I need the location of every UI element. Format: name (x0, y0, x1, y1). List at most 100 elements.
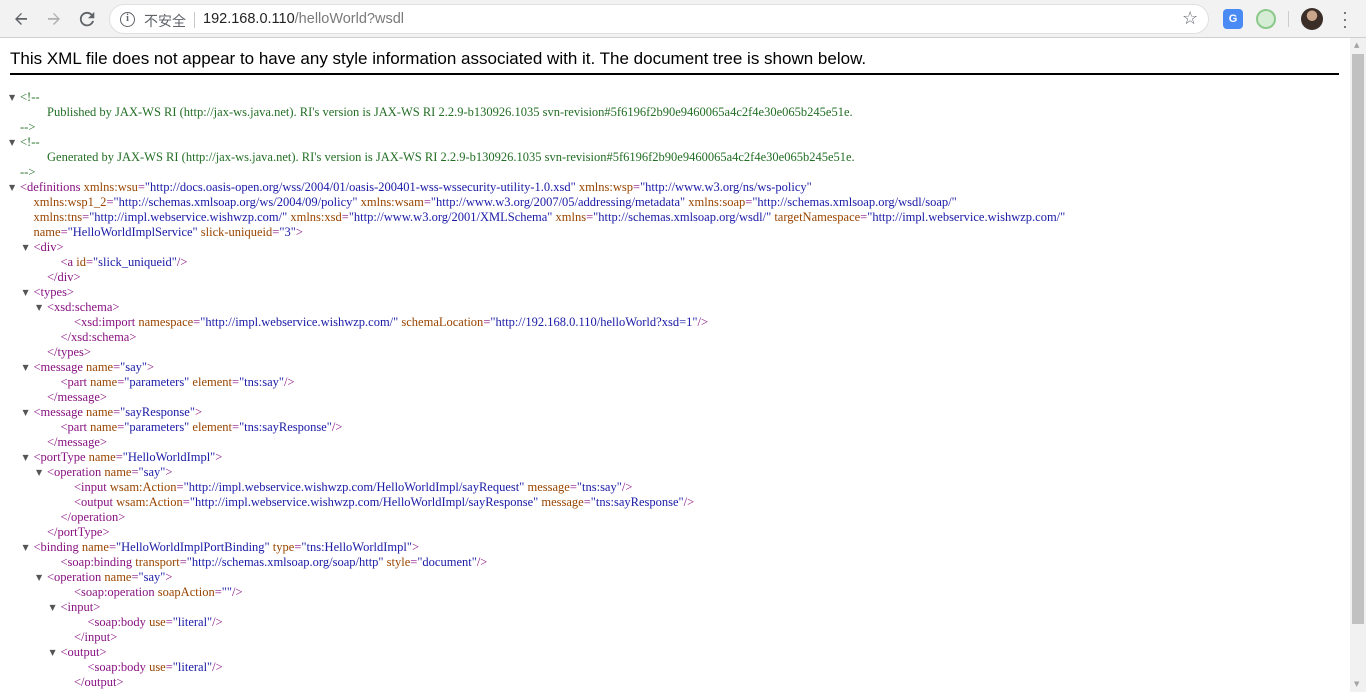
xml-token: = (85, 255, 94, 269)
xml-token: </input> (74, 630, 118, 644)
xml-token: = (214, 585, 222, 599)
xml-token: <message (33, 405, 83, 419)
xml-token: /> (331, 420, 343, 434)
xml-line: <output> (61, 645, 107, 660)
xml-token: xmlns:wsp1_2 (33, 195, 107, 209)
xml-token: = (108, 540, 117, 554)
tree-collapse-toggle[interactable]: ▼ (9, 90, 18, 105)
xml-token: <part (60, 420, 87, 434)
tree-collapse-toggle[interactable]: ▼ (9, 135, 18, 150)
xml-line: <soap:body use="literal"/> (88, 615, 223, 630)
xml-line: <definitions xmlns:wsu="http://docs.oasi… (20, 180, 812, 195)
xml-token: <portType (33, 450, 86, 464)
xml-token: </types> (47, 345, 91, 359)
xml-token: "" (221, 585, 232, 599)
tree-collapse-toggle[interactable]: ▼ (23, 405, 32, 420)
xml-token: --> (20, 120, 36, 134)
xml-line: </output> (74, 675, 124, 690)
tree-collapse-toggle[interactable]: ▼ (23, 360, 32, 375)
xml-token: name (101, 570, 132, 584)
scrollbar-thumb[interactable] (1352, 54, 1364, 624)
xml-line: </input> (74, 630, 117, 645)
xml-token: element (189, 420, 232, 434)
xml-token: /> (476, 555, 488, 569)
xml-token: "http://impl.webservice.wishwzp.com/Hell… (183, 480, 525, 494)
xml-token: wsam:Action (113, 495, 183, 509)
xml-token: <operation (47, 570, 102, 584)
tree-collapse-toggle[interactable]: ▼ (36, 465, 45, 480)
translate-extension-icon[interactable]: G (1223, 9, 1243, 29)
xml-token: "parameters" (124, 420, 190, 434)
url-path: /helloWorld?wsdl (294, 11, 404, 27)
address-bar[interactable]: i 不安全 192.168.0.110/helloWorld?wsdl ☆ (109, 4, 1209, 34)
xml-token: "http://schemas.xmlsoap.org/ws/2004/09/p… (113, 195, 358, 209)
xml-line: <binding name="HelloWorldImplPortBinding… (34, 540, 420, 555)
xml-token: /> (176, 255, 188, 269)
xml-token: name (82, 405, 114, 419)
xml-token: /> (212, 660, 223, 674)
profile-avatar[interactable] (1301, 8, 1323, 30)
reload-icon[interactable] (75, 7, 99, 31)
xml-token: message (538, 495, 584, 509)
xml-line: </message> (47, 435, 107, 450)
back-arrow-icon[interactable] (9, 7, 33, 31)
tree-collapse-toggle[interactable]: ▼ (50, 645, 59, 660)
scroll-down-arrow-icon[interactable]: ▼ (1354, 680, 1359, 688)
tree-collapse-toggle[interactable]: ▼ (23, 285, 32, 300)
browser-toolbar: i 不安全 192.168.0.110/helloWorld?wsdl ☆ G … (0, 0, 1366, 38)
xml-token: <!-- (20, 90, 40, 104)
xml-token: /> (697, 315, 708, 329)
scroll-up-arrow-icon[interactable]: ▲ (1354, 41, 1359, 49)
xml-token: </operation> (60, 510, 126, 524)
xml-token: "tns:sayResponse" (239, 420, 332, 434)
forward-arrow-icon[interactable] (42, 7, 66, 31)
xml-line: <input wsam:Action="http://impl.webservi… (74, 480, 632, 495)
security-status-label[interactable]: 不安全 (144, 11, 186, 31)
url-text[interactable]: 192.168.0.110/helloWorld?wsdl (203, 11, 404, 27)
xml-token: /> (284, 375, 295, 389)
tree-collapse-toggle[interactable]: ▼ (50, 600, 59, 615)
xml-token: slick-uniqueid (197, 225, 273, 239)
xml-line: --> (20, 120, 35, 135)
xml-token: > (165, 570, 173, 584)
xml-token: > (165, 465, 173, 479)
xml-token: "http://www.w3.org/2001/XMLSchema" (348, 210, 553, 224)
xml-token: /> (231, 585, 243, 599)
tree-collapse-toggle[interactable]: ▼ (9, 180, 18, 195)
xml-line: <portType name="HelloWorldImpl"> (34, 450, 223, 465)
tree-collapse-toggle[interactable]: ▼ (23, 450, 32, 465)
tree-collapse-toggle[interactable]: ▼ (23, 540, 32, 555)
xml-token: Generated by JAX-WS RI (http://jax-ws.ja… (47, 150, 855, 164)
tree-collapse-toggle[interactable]: ▼ (36, 570, 45, 585)
xml-token: use (145, 615, 166, 629)
xml-line: <part name="parameters" element="tns:say… (61, 375, 295, 390)
xml-token: "tns:HelloWorldImpl" (301, 540, 412, 554)
xml-line: <types> (34, 285, 75, 300)
xml-token: "http://impl.webservice.wishwzp.com/" (867, 210, 1066, 224)
extension-icon[interactable] (1256, 9, 1276, 29)
info-icon[interactable]: i (120, 12, 135, 27)
xml-line: <input> (61, 600, 101, 615)
xml-token: --> (20, 165, 36, 179)
xml-token: <!-- (20, 135, 40, 149)
xml-token: message (524, 480, 570, 494)
tree-collapse-toggle[interactable]: ▼ (36, 300, 45, 315)
xml-line: <operation name="say"> (47, 465, 172, 480)
header-divider (10, 73, 1339, 75)
xml-token: "tns:say" (239, 375, 284, 389)
xml-token: id (73, 255, 86, 269)
menu-dots-icon[interactable]: · · · (1340, 3, 1350, 35)
bookmark-star-icon[interactable]: ☆ (1182, 8, 1198, 29)
vertical-scrollbar[interactable]: ▲ ▼ (1350, 38, 1366, 692)
xml-token: = (131, 570, 139, 584)
xml-line: <xsd:schema> (47, 300, 119, 315)
xml-token: "http://www.w3.org/2007/05/addressing/me… (430, 195, 686, 209)
xml-line: <soap:body use="literal"/> (88, 660, 223, 675)
xml-token: <operation (47, 465, 102, 479)
xml-token: "literal" (172, 660, 213, 674)
tree-collapse-toggle[interactable]: ▼ (23, 240, 32, 255)
xml-token: = (232, 420, 240, 434)
divider (194, 12, 195, 28)
xml-token: "slick_uniqueid" (93, 255, 177, 269)
xml-token: xmlns:tns (33, 210, 83, 224)
